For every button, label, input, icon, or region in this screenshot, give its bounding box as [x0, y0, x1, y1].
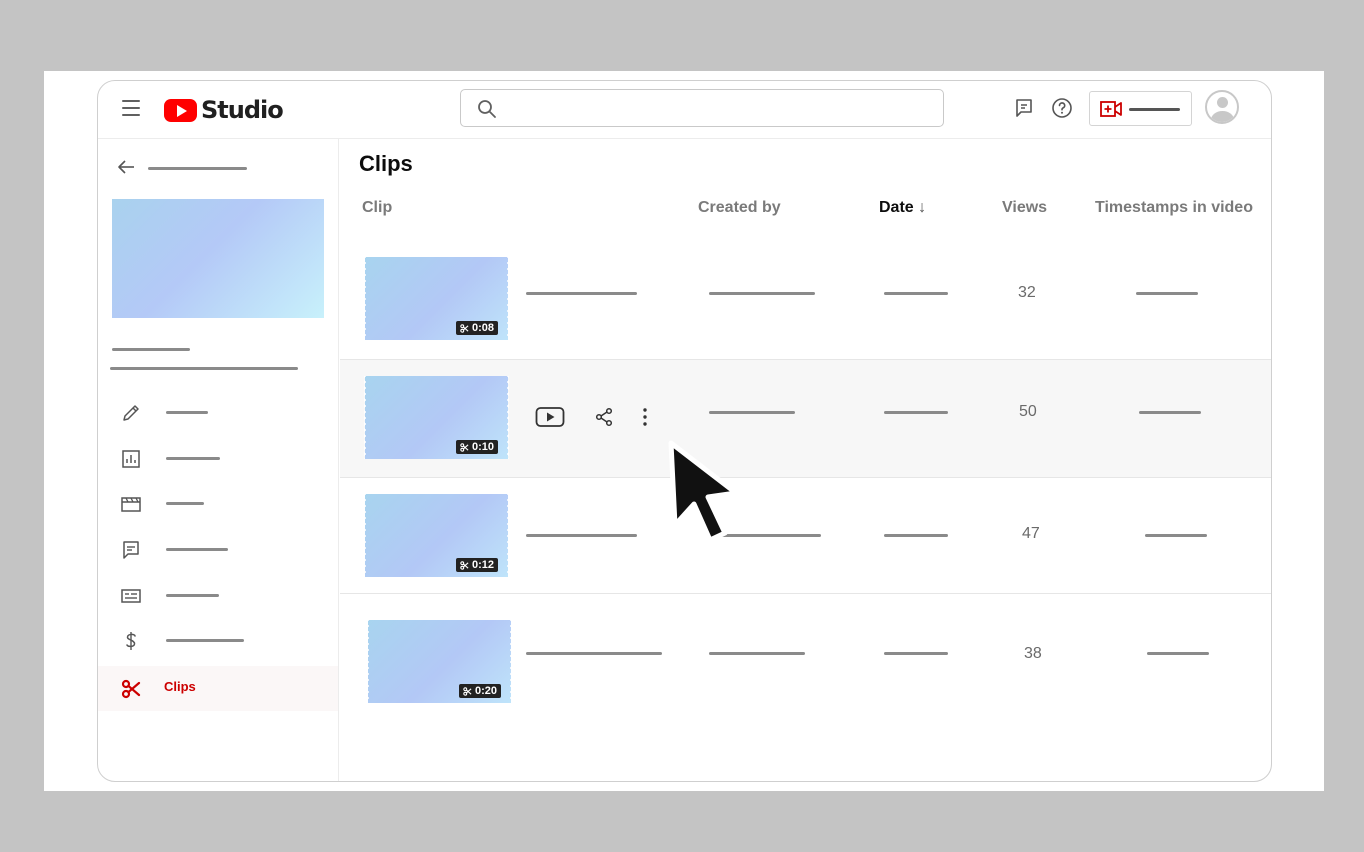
views-count: 50: [1019, 403, 1037, 420]
scissors-icon: [460, 323, 469, 333]
date-placeholder: [884, 534, 948, 537]
clip-duration: 0:08: [471, 322, 494, 334]
column-header-date[interactable]: Date ↓: [879, 199, 926, 217]
stage: Studio Clips Clips Clip Created by Date …: [44, 71, 1324, 791]
video-label-placeholder: [112, 348, 190, 351]
studio-logo[interactable]: Studio: [164, 96, 284, 124]
scissors-icon: [460, 560, 469, 570]
column-header-date-label: Date: [879, 199, 914, 216]
timestamps-placeholder: [1136, 292, 1198, 295]
page-title: Clips: [359, 151, 413, 176]
sidebar-item-label: [166, 594, 219, 597]
search-icon: [478, 100, 496, 118]
youtube-logo-icon: [164, 98, 197, 122]
sidebar-item-analytics[interactable]: [98, 436, 338, 481]
date-placeholder: [884, 292, 948, 295]
timestamps-placeholder: [1147, 652, 1209, 655]
video-title-placeholder: [148, 167, 247, 170]
create-button[interactable]: [1089, 91, 1192, 126]
timestamps-placeholder: [1139, 411, 1201, 414]
sidebar-item-label: [166, 639, 244, 642]
avatar[interactable]: [1205, 90, 1239, 124]
column-header-clip[interactable]: Clip: [362, 199, 392, 217]
date-placeholder: [884, 652, 948, 655]
column-header-views[interactable]: Views: [1002, 199, 1047, 217]
created-by-placeholder: [709, 292, 815, 295]
search-input[interactable]: [460, 89, 944, 127]
views-count: 32: [1018, 284, 1036, 301]
sidebar-item-label: [166, 411, 208, 414]
clip-thumbnail[interactable]: 0:08: [364, 257, 508, 340]
clip-thumbnail[interactable]: 0:20: [367, 620, 511, 703]
more-options-icon[interactable]: [642, 407, 648, 427]
top-bar: Studio: [98, 81, 1271, 139]
clip-duration-badge: 0:20: [458, 684, 501, 698]
logo-text: Studio: [201, 96, 284, 124]
clip-title-placeholder: [526, 292, 637, 295]
clip-duration-badge: 0:08: [455, 321, 498, 335]
sidebar-item-editor[interactable]: [98, 481, 338, 526]
create-button-label: [1129, 108, 1180, 111]
play-icon[interactable]: [535, 406, 565, 428]
views-count: 47: [1022, 525, 1040, 542]
scissors-icon: [460, 442, 469, 452]
sidebar-item-subtitles[interactable]: [98, 573, 338, 618]
feedback-icon[interactable]: [1012, 96, 1036, 120]
created-by-placeholder: [709, 652, 805, 655]
subtitles-icon: [121, 589, 141, 603]
sidebar-item-label: [166, 502, 204, 505]
sidebar-item-label: Clips: [164, 679, 196, 694]
sidebar-item-monetization[interactable]: [98, 618, 338, 663]
clip-duration: 0:20: [474, 685, 497, 697]
sidebar-item-label: [166, 548, 228, 551]
video-thumbnail[interactable]: [112, 199, 324, 318]
analytics-icon: [122, 450, 140, 468]
clip-duration-badge: 0:12: [455, 558, 498, 572]
clip-title-placeholder: [526, 652, 662, 655]
back-arrow-icon[interactable]: [116, 157, 136, 177]
help-icon[interactable]: [1050, 96, 1074, 120]
comments-icon: [123, 541, 139, 559]
clip-title-placeholder: [526, 534, 637, 537]
create-icon: [1100, 101, 1122, 117]
clip-thumbnail[interactable]: 0:12: [364, 494, 508, 577]
mouse-cursor-icon: [668, 440, 739, 543]
sidebar-item-label: [166, 457, 220, 460]
scissors-icon: [463, 686, 472, 696]
clip-duration: 0:10: [471, 441, 494, 453]
sort-arrow-icon: ↓: [918, 199, 927, 216]
share-icon[interactable]: [594, 407, 614, 427]
timestamps-placeholder: [1145, 534, 1207, 537]
clip-thumbnail[interactable]: 0:10: [364, 376, 508, 459]
created-by-placeholder: [709, 411, 795, 414]
clip-duration: 0:12: [471, 559, 494, 571]
clip-duration-badge: 0:10: [455, 440, 498, 454]
sidebar-item-details[interactable]: [98, 390, 338, 435]
sidebar-item-clips[interactable]: Clips: [98, 666, 338, 711]
sidebar-item-comments[interactable]: [98, 527, 338, 572]
studio-window: Studio Clips Clips Clip Created by Date …: [97, 80, 1272, 782]
menu-icon[interactable]: [122, 100, 140, 116]
column-header-timestamps[interactable]: Timestamps in video: [1095, 199, 1253, 217]
dollar-icon: [126, 632, 136, 650]
video-name-placeholder: [110, 367, 298, 370]
date-placeholder: [884, 411, 948, 414]
scissors-icon: [121, 679, 141, 699]
views-count: 38: [1024, 645, 1042, 662]
editor-icon: [121, 497, 141, 512]
sidebar: Clips: [98, 139, 339, 781]
column-header-created-by[interactable]: Created by: [698, 199, 781, 217]
pencil-icon: [123, 405, 139, 421]
